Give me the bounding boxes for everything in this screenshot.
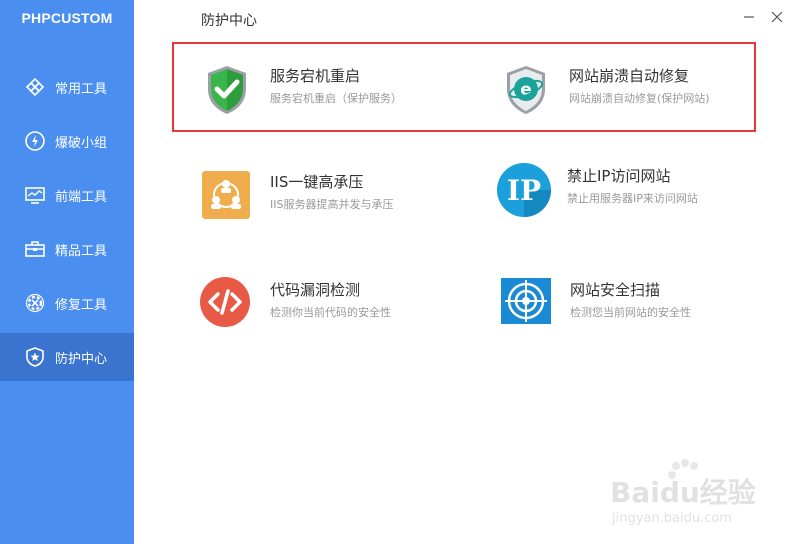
lightning-icon [24, 130, 46, 152]
tool-description: IIS服务器提高并发与承压 [270, 198, 394, 211]
tool-block-ip-access[interactable]: IP 禁止IP访问网站 禁止用服务器IP来访问网站 [497, 163, 757, 223]
gear-wrench-icon [24, 292, 46, 314]
toolbox-icon [24, 238, 46, 260]
sidebar-item-label: 前端工具 [55, 189, 108, 205]
close-button[interactable] [768, 8, 786, 26]
tool-title: IIS一键高承压 [270, 173, 364, 191]
tool-description: 检测您当前网站的安全性 [570, 306, 691, 319]
minimize-button[interactable] [740, 8, 758, 26]
sidebar-item-repair-tools[interactable]: 修复工具 [0, 279, 134, 327]
puzzle-icon [24, 76, 46, 98]
ie-shield-icon: e [499, 63, 553, 117]
close-icon [770, 10, 784, 24]
sidebar-item-label: 爆破小组 [55, 135, 108, 151]
sidebar-item-common-tools[interactable]: 常用工具 [0, 63, 134, 111]
tool-description: 网站崩溃自动修复(保护网站) [569, 92, 710, 105]
tool-site-crash-repair[interactable]: e 网站崩溃自动修复 网站崩溃自动修复(保护网站) [499, 63, 759, 123]
sidebar-item-label: 防护中心 [55, 351, 108, 367]
sidebar-item-protection-center[interactable]: 防护中心 [0, 333, 134, 381]
tool-title: 禁止IP访问网站 [567, 167, 671, 185]
tool-description: 服务宕机重启（保护服务） [270, 92, 402, 105]
tool-description: 检测你当前代码的安全性 [270, 306, 391, 319]
tool-iis-high-load[interactable]: IIS一键高承压 IIS服务器提高并发与承压 [200, 169, 460, 229]
brand-title: PHPCUSTOM [21, 10, 113, 26]
sidebar-item-label: 常用工具 [55, 81, 108, 97]
sidebar-item-label: 精品工具 [55, 243, 108, 259]
target-scan-icon [500, 277, 554, 331]
tool-title: 网站安全扫描 [570, 281, 661, 299]
svg-text:IP: IP [507, 174, 541, 207]
tool-code-vuln-check[interactable]: 代码漏洞检测 检测你当前代码的安全性 [200, 277, 460, 337]
code-brackets-icon [200, 277, 254, 331]
minimize-icon [742, 10, 756, 24]
sidebar: PHPCUSTOM 常用工具 爆破小组 前端工具 精品工具 修复工具 防护中心 [0, 0, 134, 544]
tool-description: 禁止用服务器IP来访问网站 [567, 192, 698, 205]
tool-title: 服务宕机重启 [270, 67, 361, 85]
monitor-icon [24, 184, 46, 206]
sidebar-item-brute-force[interactable]: 爆破小组 [0, 117, 134, 165]
page-title: 防护中心 [201, 13, 257, 29]
green-shield-check-icon [200, 63, 254, 117]
sidebar-item-label: 修复工具 [55, 297, 108, 313]
shield-star-icon [24, 346, 46, 368]
tool-service-restart[interactable]: 服务宕机重启 服务宕机重启（保护服务） [200, 63, 460, 123]
tool-site-security-scan[interactable]: 网站安全扫描 检测您当前网站的安全性 [500, 277, 760, 337]
tool-title: 网站崩溃自动修复 [569, 67, 690, 85]
sidebar-item-premium-tools[interactable]: 精品工具 [0, 225, 134, 273]
sidebar-item-frontend-tools[interactable]: 前端工具 [0, 171, 134, 219]
tool-title: 代码漏洞检测 [270, 281, 361, 299]
ip-circle-icon: IP [497, 163, 551, 217]
users-network-icon [200, 169, 254, 223]
